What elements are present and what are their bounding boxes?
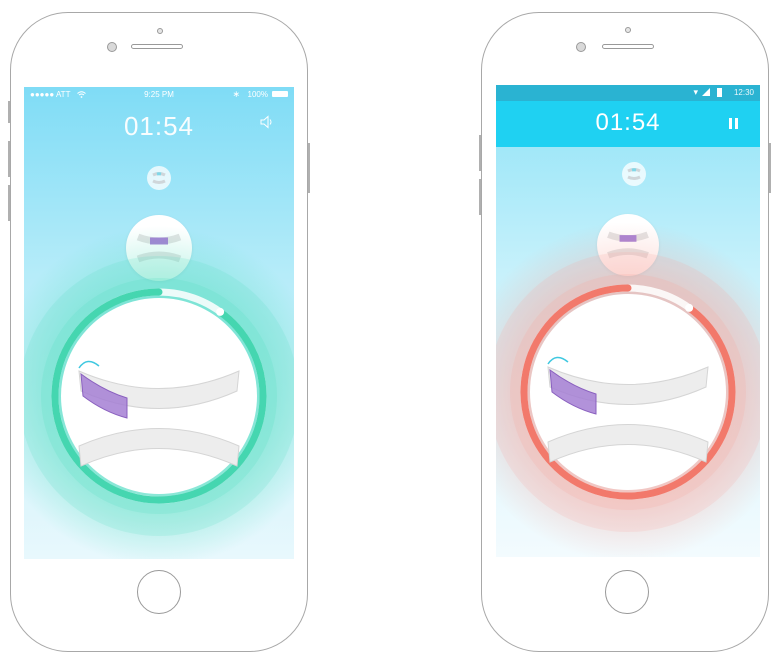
home-button[interactable] bbox=[605, 570, 649, 614]
ios-workout-screen: ●●●●● ATT 9:25 PM ∗ 100% 01:54 bbox=[24, 87, 294, 559]
front-camera-icon bbox=[107, 42, 117, 52]
front-sensor bbox=[625, 27, 631, 33]
progress-knob bbox=[216, 307, 225, 316]
power-button bbox=[769, 143, 771, 193]
front-camera-icon bbox=[576, 42, 586, 52]
earpiece-speaker bbox=[602, 44, 654, 49]
android-progress-area bbox=[496, 85, 760, 557]
android-progress-ring bbox=[496, 222, 760, 557]
volume-down-button bbox=[479, 179, 481, 215]
front-sensor bbox=[157, 28, 163, 34]
power-button bbox=[308, 143, 310, 193]
earpiece-speaker bbox=[131, 44, 183, 49]
progress-knob bbox=[685, 303, 694, 312]
android-workout-screen: ▾ 12:30 01:54 bbox=[496, 85, 760, 557]
volume-down-button bbox=[8, 185, 10, 221]
volume-up-button bbox=[8, 141, 10, 177]
home-button[interactable] bbox=[137, 570, 181, 614]
ios-progress-ring bbox=[24, 226, 294, 559]
volume-up-button bbox=[479, 135, 481, 171]
ios-progress-area bbox=[24, 87, 294, 559]
mute-switch bbox=[8, 101, 10, 123]
